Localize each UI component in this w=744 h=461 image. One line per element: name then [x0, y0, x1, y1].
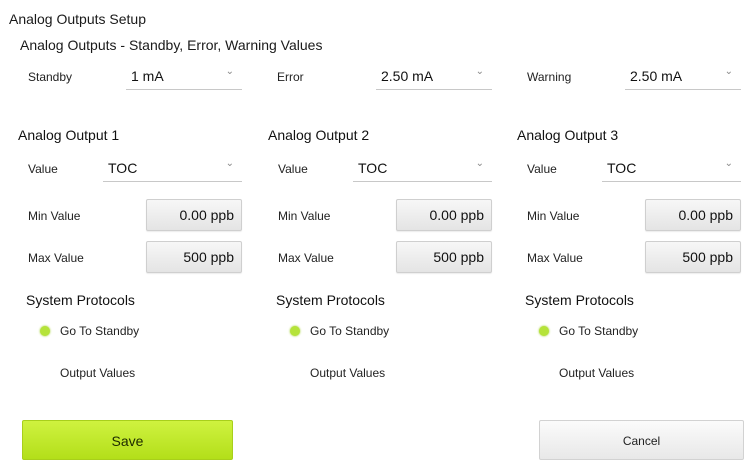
- dropdown-arrow-icon: ⌄: [225, 66, 234, 77]
- value-select-value: TOC: [607, 160, 637, 176]
- system-protocols-title: System Protocols: [276, 292, 385, 308]
- analog-output-2-title: Analog Output 2: [268, 127, 370, 143]
- analog-output-2-min-input[interactable]: 0.00 ppb: [396, 199, 492, 231]
- dropdown-arrow-icon: ⌄: [724, 66, 733, 77]
- min-value-label: Min Value: [527, 209, 580, 223]
- standby-indicator-icon: [539, 326, 549, 336]
- max-value-label: Max Value: [28, 251, 84, 265]
- analog-output-2-value-select[interactable]: TOC ⌄: [353, 154, 492, 182]
- dropdown-arrow-icon: ⌄: [724, 158, 733, 169]
- analog-output-1-min-input[interactable]: 0.00 ppb: [146, 199, 242, 231]
- go-to-standby-option[interactable]: Go To Standby: [60, 324, 139, 338]
- max-value-label: Max Value: [278, 251, 334, 265]
- value-label: Value: [527, 162, 557, 176]
- analog-output-1-max-input[interactable]: 500 ppb: [146, 241, 242, 273]
- analog-output-2-max-input[interactable]: 500 ppb: [396, 241, 492, 273]
- error-select[interactable]: 2.50 mA ⌄: [376, 62, 492, 90]
- error-label: Error: [277, 70, 304, 84]
- standby-select[interactable]: 1 mA ⌄: [126, 62, 242, 90]
- output-values-option[interactable]: Output Values: [310, 366, 385, 380]
- fault-values-title: Analog Outputs - Standby, Error, Warning…: [20, 37, 323, 53]
- analog-output-3-value-select[interactable]: TOC ⌄: [602, 154, 741, 182]
- error-select-value: 2.50 mA: [381, 68, 434, 84]
- analog-output-3-max-input[interactable]: 500 ppb: [645, 241, 741, 273]
- value-select-value: TOC: [358, 160, 388, 176]
- output-values-option[interactable]: Output Values: [60, 366, 135, 380]
- min-value-label: Min Value: [278, 209, 331, 223]
- analog-output-1-title: Analog Output 1: [18, 127, 120, 143]
- standby-select-value: 1 mA: [131, 68, 164, 84]
- standby-indicator-icon: [290, 326, 300, 336]
- warning-select-value: 2.50 mA: [630, 68, 683, 84]
- value-label: Value: [28, 162, 58, 176]
- standby-indicator-icon: [40, 326, 50, 336]
- page-title: Analog Outputs Setup: [9, 11, 146, 27]
- dropdown-arrow-icon: ⌄: [225, 158, 234, 169]
- value-select-value: TOC: [108, 160, 138, 176]
- system-protocols-title: System Protocols: [525, 292, 634, 308]
- dropdown-arrow-icon: ⌄: [475, 66, 484, 77]
- cancel-button[interactable]: Cancel: [539, 420, 744, 460]
- warning-select[interactable]: 2.50 mA ⌄: [625, 62, 741, 90]
- standby-label: Standby: [28, 70, 73, 84]
- analog-output-1-value-select[interactable]: TOC ⌄: [103, 154, 242, 182]
- analog-output-3-title: Analog Output 3: [517, 127, 619, 143]
- warning-label: Warning: [527, 70, 572, 84]
- save-button[interactable]: Save: [22, 420, 233, 460]
- output-values-option[interactable]: Output Values: [559, 366, 634, 380]
- dropdown-arrow-icon: ⌄: [475, 158, 484, 169]
- value-label: Value: [278, 162, 308, 176]
- go-to-standby-option[interactable]: Go To Standby: [559, 324, 638, 338]
- max-value-label: Max Value: [527, 251, 583, 265]
- min-value-label: Min Value: [28, 209, 81, 223]
- analog-output-3-min-input[interactable]: 0.00 ppb: [645, 199, 741, 231]
- system-protocols-title: System Protocols: [26, 292, 135, 308]
- go-to-standby-option[interactable]: Go To Standby: [310, 324, 389, 338]
